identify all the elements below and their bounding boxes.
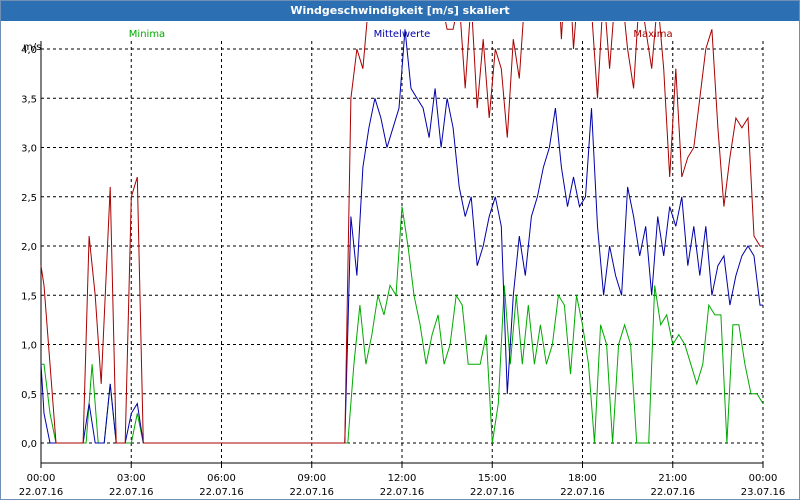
- x-tick-date: 22.07.16: [199, 487, 244, 498]
- x-tick-time: 12:00: [388, 473, 417, 484]
- x-tick-time: 18:00: [568, 473, 597, 484]
- y-tick-label: 2,5: [21, 193, 37, 204]
- chart-window: Windgeschwindigkeit [m/s] skaliert 0,0 0,…: [0, 0, 800, 500]
- x-tick-time: 09:00: [297, 473, 326, 484]
- chart-grid: [40, 41, 764, 463]
- x-tick-date: 22.07.16: [560, 487, 605, 498]
- x-tick-time: 15:00: [478, 473, 507, 484]
- x-axis-ticks: 00:00 22.07.16 03:00 22.07.16 06:00 22.07.16 0…: [19, 473, 786, 498]
- x-tick-date: 22.07.16: [109, 487, 154, 498]
- y-tick-label: 3,5: [21, 94, 37, 105]
- line-chart: 0,00,51,01,52,02,53,03,54,04,55,05,56,06…: [19, 22, 786, 498]
- x-tick-time: 00:00: [27, 473, 56, 484]
- x-tick-date: 22.07.16: [289, 487, 334, 498]
- x-tick-time: 03:00: [117, 473, 146, 484]
- y-tick-label: 1,5: [21, 291, 37, 302]
- x-tick-date: 22.07.16: [650, 487, 695, 498]
- y-axis-ticks: 0,00,51,01,52,02,53,03,54,04,55,05,56,06…: [21, 45, 37, 450]
- legend-minima: Minima: [129, 29, 165, 40]
- window-title: Windgeschwindigkeit [m/s] skaliert: [1, 1, 799, 21]
- y-tick-label: 1,0: [21, 341, 37, 352]
- x-tick-date: 22.07.16: [380, 487, 425, 498]
- legend-maxima: Maxima: [633, 29, 672, 40]
- x-tick-date: 22.07.16: [19, 487, 64, 498]
- x-tick-date: 23.07.16: [741, 487, 786, 498]
- y-axis-label: m/s: [23, 42, 41, 53]
- x-tick-time: 06:00: [207, 473, 236, 484]
- y-tick-label: 0,0: [21, 439, 37, 450]
- y-tick-label: 2,0: [21, 242, 37, 253]
- y-tick-label: 3,0: [21, 144, 37, 155]
- x-tick-time: 00:00: [749, 473, 778, 484]
- x-tick-time: 21:00: [658, 473, 687, 484]
- x-tick-date: 22.07.16: [470, 487, 515, 498]
- legend-mittelwerte: Mittelwerte: [374, 29, 431, 40]
- y-tick-label: 0,5: [21, 390, 37, 401]
